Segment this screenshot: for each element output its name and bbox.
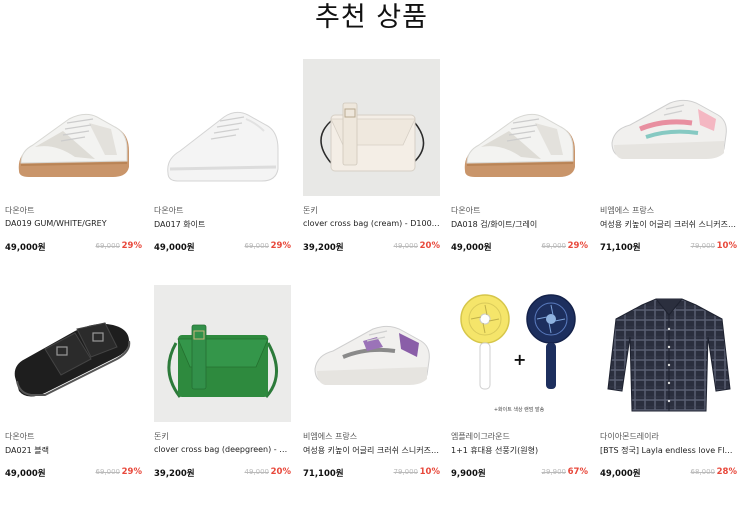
product-price: 71,100원 [303, 469, 344, 479]
product-card[interactable]: + +화이트 색상 랜덤 발송 엠플레이그라운드 1+1 휴대용 선풍기(원형)… [451, 285, 588, 495]
product-brand: 다온아트 [154, 206, 184, 215]
product-discount: 29% [270, 241, 291, 251]
product-image-sneaker[interactable] [5, 59, 142, 196]
shirt-illustration [607, 298, 731, 412]
page-title: 추천 상품 [315, 2, 428, 33]
product-original-price: 69,000 [541, 242, 567, 250]
product-image-fans[interactable]: + +화이트 색상 랜덤 발송 [451, 285, 588, 422]
product-brand: 돈키 [154, 432, 169, 441]
product-card[interactable]: 다온아트 DA021 블랙 49,000원 69,000 29% [5, 285, 142, 495]
product-name[interactable]: clover cross bag (cream) - D1006CR [303, 219, 440, 228]
sneaker-illustration [18, 113, 129, 177]
product-discount: 10% [419, 467, 440, 477]
product-price: 49,000원 [451, 243, 492, 253]
product-image-bag[interactable] [303, 59, 440, 196]
product-discount: 29% [121, 467, 142, 477]
chunky-sneaker-illustration [611, 99, 727, 159]
handy-fan-illustration: + +화이트 색상 랜덤 발송 [460, 294, 576, 413]
product-brand: 다온아트 [451, 206, 481, 215]
product-grid: 다온아트 DA019 GUM/WHITE/GREY 49,000원 69,000… [5, 59, 741, 511]
product-price: 49,000원 [600, 469, 641, 479]
product-discount: 67% [567, 467, 588, 477]
sneaker-illustration [167, 111, 279, 182]
product-image-sneaker[interactable] [451, 59, 588, 196]
product-discount: 29% [121, 241, 142, 251]
product-original-price: 79,000 [393, 468, 419, 476]
product-card[interactable]: 다온아트 DA019 GUM/WHITE/GREY 49,000원 69,000… [5, 59, 142, 269]
product-name[interactable]: DA017 화이트 [154, 219, 291, 230]
product-price: 49,000원 [154, 243, 195, 253]
product-name[interactable]: DA019 GUM/WHITE/GREY [5, 219, 142, 228]
product-original-price: 69,000 [244, 242, 270, 250]
product-image-sandal[interactable] [5, 285, 142, 422]
svg-text:+: + [513, 350, 526, 369]
product-original-price: 69,000 [95, 242, 121, 250]
product-card[interactable]: 다온아트 DA018 검/화이트/그레이 49,000원 69,000 29% [451, 59, 588, 269]
product-image-sneaker[interactable] [154, 59, 291, 196]
fan-caption: +화이트 색상 랜덤 발송 [494, 406, 545, 413]
product-original-price: 79,000 [690, 242, 716, 250]
product-image-bag[interactable] [154, 285, 291, 422]
product-name[interactable]: clover cross bag (deepgreen) - D1006DG [154, 445, 291, 454]
product-card[interactable]: 돈키 clover cross bag (cream) - D1006CR 39… [303, 59, 440, 269]
product-original-price: 69,000 [95, 468, 121, 476]
product-discount: 29% [567, 241, 588, 251]
product-brand: 비엠에스 프랑스 [600, 206, 655, 215]
product-name[interactable]: [BTS 정국] Layla endless love Fluffy Check… [600, 445, 737, 456]
product-image-chunky-sneaker[interactable] [303, 285, 440, 422]
product-image-shirt[interactable] [600, 285, 737, 422]
product-price: 71,100원 [600, 243, 641, 253]
product-brand: 엠플레이그라운드 [451, 432, 510, 441]
product-price: 39,200원 [154, 469, 195, 479]
bag-illustration [154, 285, 291, 422]
product-name[interactable]: DA021 블랙 [5, 445, 142, 456]
product-card[interactable]: 돈키 clover cross bag (deepgreen) - D1006D… [154, 285, 291, 495]
product-name[interactable]: DA018 검/화이트/그레이 [451, 219, 588, 230]
chunky-sneaker-illustration [314, 325, 430, 385]
product-price: 49,000원 [5, 243, 46, 253]
product-brand: 다온아트 [5, 206, 35, 215]
product-row: 다온아트 DA021 블랙 49,000원 69,000 29% 돈키 clov… [5, 285, 741, 511]
product-original-price: 49,000 [244, 468, 270, 476]
product-brand: 돈키 [303, 206, 318, 215]
sneaker-illustration [464, 113, 575, 177]
sandal-illustration [14, 322, 131, 397]
product-discount: 20% [270, 467, 291, 477]
product-price: 39,200원 [303, 243, 344, 253]
product-name[interactable]: 여성용 키높이 어글리 크러쉬 스니커즈 (핑크) [600, 219, 737, 230]
product-discount: 28% [716, 467, 737, 477]
product-original-price: 68,000 [690, 468, 716, 476]
product-brand: 비엠에스 프랑스 [303, 432, 358, 441]
product-price: 49,000원 [5, 469, 46, 479]
bag-illustration [303, 59, 440, 196]
product-card[interactable]: 다이아몬드레이라 [BTS 정국] Layla endless love Flu… [600, 285, 737, 495]
product-card[interactable]: 비엠에스 프랑스 여성용 키높이 어글리 크러쉬 스니커즈 (퍼플) 71,10… [303, 285, 440, 495]
product-name[interactable]: 1+1 휴대용 선풍기(원형) [451, 445, 588, 456]
product-brand: 다이아몬드레이라 [600, 432, 659, 441]
product-discount: 10% [716, 241, 737, 251]
product-name[interactable]: 여성용 키높이 어글리 크러쉬 스니커즈 (퍼플) [303, 445, 440, 456]
product-image-chunky-sneaker[interactable] [600, 59, 737, 196]
product-original-price: 29,900 [541, 468, 567, 476]
product-price: 9,900원 [451, 469, 486, 479]
product-card[interactable]: 비엠에스 프랑스 여성용 키높이 어글리 크러쉬 스니커즈 (핑크) 71,10… [600, 59, 737, 269]
product-brand: 다온아트 [5, 432, 35, 441]
product-row: 다온아트 DA019 GUM/WHITE/GREY 49,000원 69,000… [5, 59, 741, 285]
product-original-price: 49,000 [393, 242, 419, 250]
product-discount: 20% [419, 241, 440, 251]
product-card[interactable]: 다온아트 DA017 화이트 49,000원 69,000 29% [154, 59, 291, 269]
